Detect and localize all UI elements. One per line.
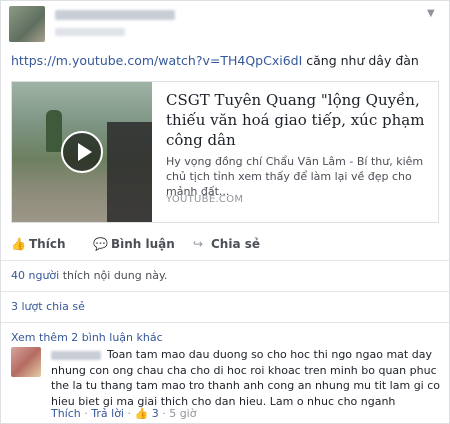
like-label: Thích [29, 237, 66, 251]
likes-summary[interactable]: 40 người thích nội dung này. [11, 269, 167, 282]
shared-link-preview[interactable]: CSGT Tuyên Quang "lộng Quyền, thiếu văn … [11, 81, 439, 223]
share-arrow-icon: ↪ [193, 237, 204, 251]
comment-label: Bình luận [111, 237, 175, 251]
share-label: Chia sẻ [211, 237, 261, 251]
comment-item: Toan tam mao dau duong so cho hoc thi ng… [11, 347, 441, 420]
comment-like-link[interactable]: Thích [51, 407, 81, 420]
view-more-comments[interactable]: Xem thêm 2 bình luận khác [11, 331, 163, 344]
thumbnail-figure [46, 110, 62, 152]
comment-reply-link[interactable]: Trả lời [91, 407, 124, 420]
post-time-redacted [55, 28, 125, 36]
author-name-redacted[interactable] [55, 10, 175, 20]
divider [1, 291, 450, 292]
comment-button[interactable]: 💬 Bình luận [93, 237, 175, 251]
likes-count[interactable]: 40 người [11, 269, 59, 282]
thumbs-up-icon: 👍 [134, 407, 149, 420]
comment-meta: Thích · Trả lời · 👍 3 · 5 giờ [51, 407, 197, 420]
chevron-down-icon[interactable]: ▼ [427, 8, 441, 19]
comment-text: Toan tam mao dau duong so cho hoc thi ng… [51, 348, 441, 408]
post-card: ▼ https://m.youtube.com/watch?v=TH4QpCxi… [0, 0, 450, 424]
author-avatar[interactable] [9, 6, 45, 42]
share-button[interactable]: ↪ Chia sẻ [193, 237, 260, 251]
post-link[interactable]: https://m.youtube.com/watch?v=TH4QpCxi6d… [11, 53, 302, 68]
commenter-avatar[interactable] [11, 347, 41, 377]
speech-bubble-icon: 💬 [93, 237, 108, 251]
post-header: ▼ [9, 6, 443, 44]
shared-link-description: Hy vọng đồng chí Chẩu Văn Lâm - Bí thư, … [166, 155, 424, 198]
comment-reaction-count[interactable]: 3 [152, 407, 159, 420]
shared-link-domain: YOUTUBE.COM [166, 194, 244, 205]
post-actions: 👍 Thích 💬 Bình luận ↪ Chia sẻ [11, 237, 439, 257]
like-button[interactable]: 👍 Thích [11, 237, 66, 251]
shared-link-title[interactable]: CSGT Tuyên Quang "lộng Quyền, thiếu văn … [166, 90, 434, 150]
comment-time: 5 giờ [169, 407, 197, 420]
post-caption: căng như dây đàn [302, 53, 419, 68]
divider [1, 260, 450, 261]
likes-suffix: thích nội dung này. [59, 269, 168, 282]
shares-count[interactable]: 3 lượt chia sẻ [11, 300, 85, 313]
divider [1, 322, 450, 323]
thumbs-up-icon: 👍 [11, 237, 26, 251]
video-thumbnail[interactable] [12, 82, 152, 222]
thumbnail-shadow [107, 122, 152, 222]
play-icon[interactable] [61, 131, 103, 173]
post-text: https://m.youtube.com/watch?v=TH4QpCxi6d… [11, 53, 441, 68]
